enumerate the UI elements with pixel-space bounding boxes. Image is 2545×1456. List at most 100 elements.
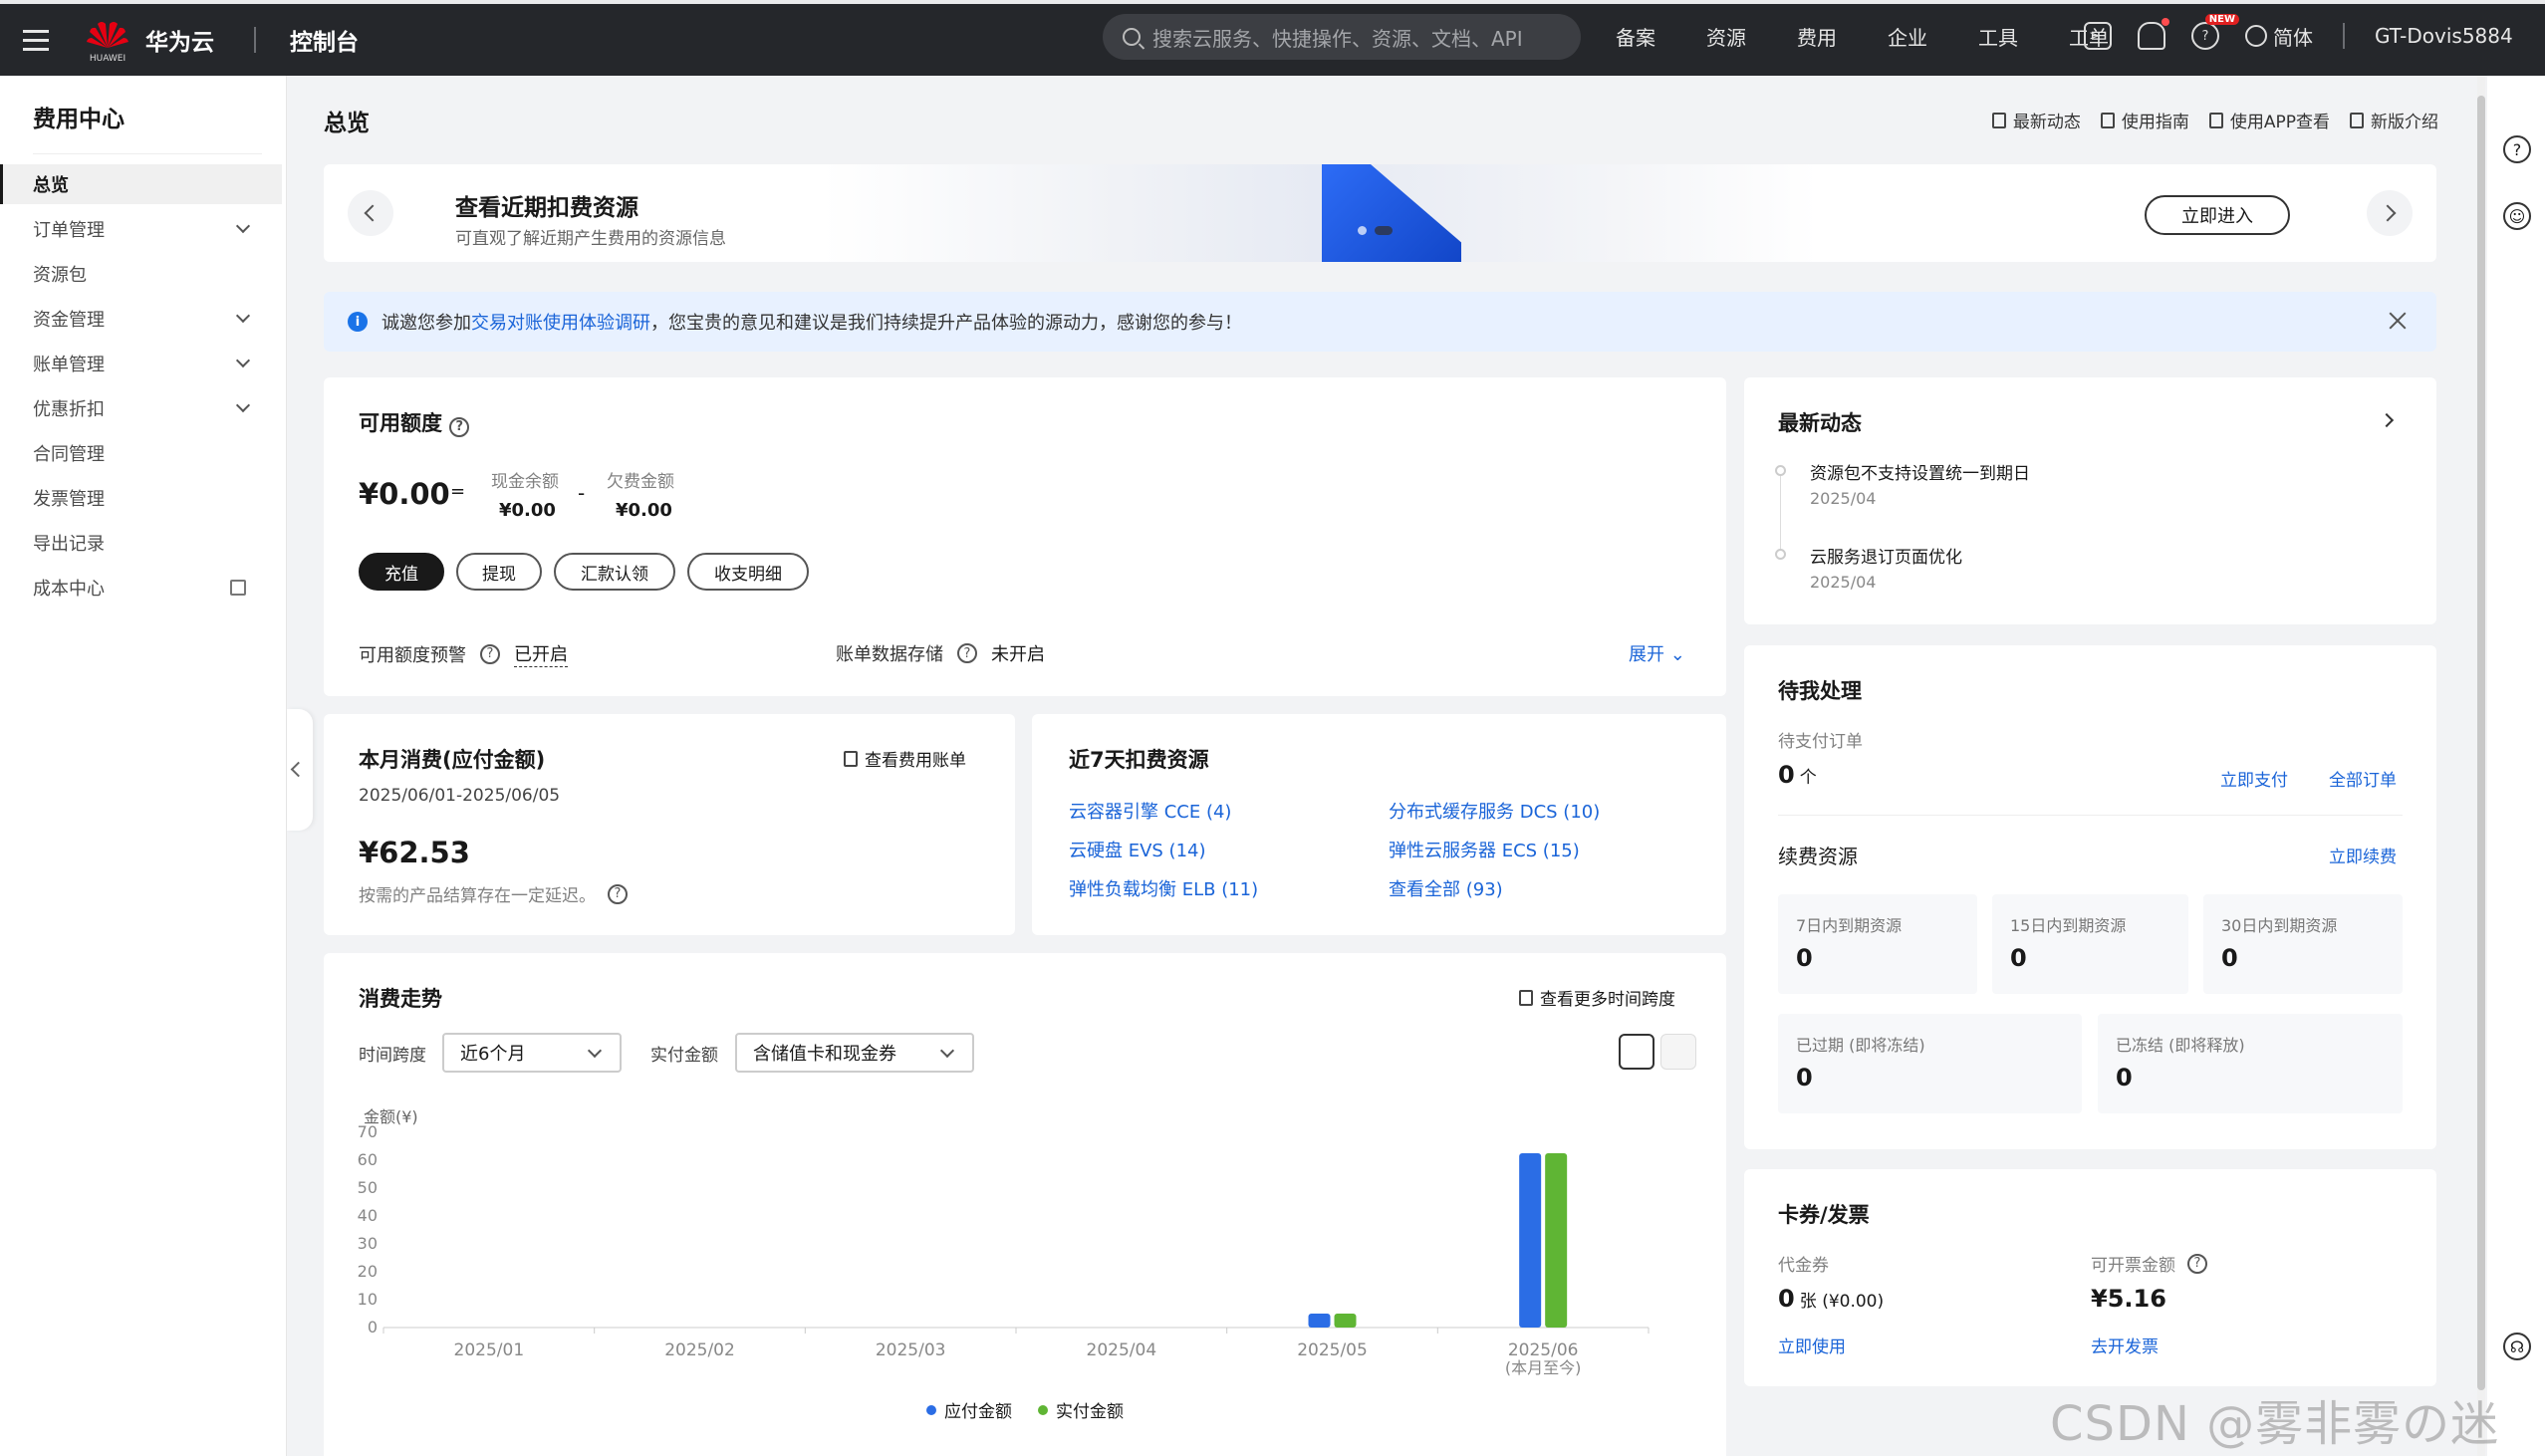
transaction-details-button[interactable]: 收支明细: [687, 553, 809, 591]
nav-beian[interactable]: 备案: [1616, 22, 1655, 51]
bar-chart-toggle-icon[interactable]: [1619, 1034, 1654, 1070]
bell-icon[interactable]: [2138, 18, 2169, 50]
headset-support-icon[interactable]: ☊: [2503, 1333, 2531, 1360]
new-version-link[interactable]: 新版介绍: [2350, 108, 2438, 132]
sidebar-item-discounts[interactable]: 优惠折扣: [0, 388, 282, 428]
news-item-text[interactable]: 云服务退订页面优化: [1810, 543, 1962, 568]
nav-billing[interactable]: 费用: [1797, 22, 1837, 51]
nav-resources[interactable]: 资源: [1706, 22, 1746, 51]
help-icon[interactable]: ?: [2187, 1253, 2207, 1274]
chevron-right-icon[interactable]: [2379, 412, 2395, 428]
balance-alert-value[interactable]: 已开启: [514, 640, 568, 667]
notice-suffix: ，您宝贵的意见和建议是我们持续提升产品体验的源动力，感谢您的参与！: [650, 313, 1242, 334]
recharge-button[interactable]: 充值: [359, 553, 444, 591]
view-more-timespan-link[interactable]: 查看更多时间跨度: [1519, 985, 1675, 1010]
divider: [1778, 815, 2403, 816]
help-icon[interactable]: ?: [2503, 135, 2531, 163]
coupon-title: 卡券/发票: [1778, 1203, 1870, 1227]
sidebar-item-invoices[interactable]: 发票管理: [0, 478, 282, 518]
resource-link-cce[interactable]: 云容器引擎 CCE (4): [1069, 798, 1231, 824]
help-icon[interactable]: ?: [449, 416, 470, 437]
sidebar-item-overview[interactable]: 总览: [0, 164, 282, 204]
monthly-spend-card: 本月消费(应付金额) 查看费用账单 2025/06/01-2025/06/05 …: [324, 714, 1015, 935]
renew-now-link[interactable]: 立即续费: [2329, 843, 2397, 867]
line-chart-toggle-icon[interactable]: [1660, 1034, 1696, 1070]
view-all-resources-link[interactable]: 查看全部 (93): [1389, 875, 1503, 901]
expiring-7days-box[interactable]: 7日内到期资源 0: [1778, 894, 1977, 994]
legend-item-payable[interactable]: 应付金额: [926, 1397, 1012, 1422]
balance-alert-label: 可用额度预警: [359, 644, 466, 666]
use-voucher-link[interactable]: 立即使用: [1778, 1333, 1846, 1357]
help-icon[interactable]: ?: [608, 883, 628, 904]
paid-amount-select[interactable]: 含储值卡和现金券: [735, 1033, 974, 1073]
sidebar-item-contracts[interactable]: 合同管理: [0, 433, 282, 473]
box-value: 0: [1796, 944, 1813, 972]
news-item-text[interactable]: 资源包不支持设置统一到期日: [1810, 459, 2030, 484]
user-guide-link[interactable]: 使用指南: [2100, 108, 2189, 132]
x-tick-label: 2025/02: [664, 1340, 735, 1360]
sidebar-title: 费用中心: [33, 107, 125, 132]
view-bill-link[interactable]: 查看费用账单: [844, 746, 966, 771]
sidebar-collapse-button[interactable]: [287, 709, 313, 831]
resource-link-evs[interactable]: 云硬盘 EVS (14): [1069, 837, 1206, 862]
sidebar-item-packages[interactable]: 资源包: [0, 254, 282, 294]
resource-link-ecs[interactable]: 弹性云服务器 ECS (15): [1389, 837, 1580, 862]
resource-link-dcs[interactable]: 分布式缓存服务 DCS (10): [1389, 798, 1600, 824]
nav-enterprise[interactable]: 企业: [1888, 22, 1927, 51]
search-doc-icon: [844, 750, 858, 767]
owed-amount-label: 欠费金额: [607, 472, 674, 492]
nav-tools[interactable]: 工具: [1978, 22, 2018, 51]
withdraw-button[interactable]: 提现: [456, 553, 542, 591]
pay-now-link[interactable]: 立即支付: [2220, 766, 2288, 791]
close-icon[interactable]: [2389, 312, 2407, 330]
console-link[interactable]: 控制台: [290, 23, 359, 57]
app-view-link[interactable]: 使用APP查看: [2208, 108, 2330, 132]
latest-news-link[interactable]: 最新动态: [1991, 108, 2081, 132]
chart-legend: 应付金额 实付金额: [324, 1397, 1726, 1422]
expiring-30days-box[interactable]: 30日内到期资源 0: [2203, 894, 2403, 994]
carousel-dot[interactable]: [1358, 226, 1367, 235]
page-scrollbar[interactable]: [2477, 76, 2485, 1456]
hamburger-menu-icon[interactable]: [0, 4, 72, 76]
resource-link-elb[interactable]: 弹性负载均衡 ELB (11): [1069, 875, 1258, 901]
help-center-icon[interactable]: ? NEW: [2191, 14, 2239, 50]
spend-trend-card: 消费走势 查看更多时间跨度 时间跨度 近6个月 实付金额 含储值卡和现金券 金额…: [324, 953, 1726, 1456]
huawei-logo[interactable]: HUAWEI 华为云: [86, 18, 214, 64]
frozen-box[interactable]: 已冻结 (即将释放) 0: [2098, 1014, 2403, 1113]
sidebar-item-funds[interactable]: 资金管理: [0, 299, 282, 339]
all-orders-link[interactable]: 全部订单: [2329, 766, 2397, 791]
sidebar-item-cost-center[interactable]: 成本中心: [0, 568, 282, 607]
terminal-icon[interactable]: >_: [2084, 22, 2112, 50]
carousel-dots[interactable]: [1358, 226, 1400, 235]
global-search-input[interactable]: 搜索云服务、快捷操作、资源、文档、API: [1103, 14, 1581, 60]
carousel-dot-active[interactable]: [1375, 226, 1393, 235]
expand-link[interactable]: 展开 ⌄: [1629, 640, 1685, 666]
invoice-amount-label: 可开票金额?: [2091, 1251, 2207, 1276]
survey-link[interactable]: 交易对账使用体验调研: [471, 309, 650, 335]
smile-feedback-icon[interactable]: ☺: [2503, 202, 2531, 230]
legend-item-paid[interactable]: 实付金额: [1038, 1397, 1124, 1422]
monthly-note-text: 按需的产品结算存在一定延迟。: [359, 886, 596, 906]
issue-invoice-link[interactable]: 去开发票: [2091, 1333, 2159, 1357]
sidebar-item-bills[interactable]: 账单管理: [0, 344, 282, 383]
expiring-15days-box[interactable]: 15日内到期资源 0: [1992, 894, 2188, 994]
expand-label: 展开: [1629, 644, 1664, 665]
legend-dot: [926, 1404, 936, 1415]
sidebar-item-orders[interactable]: 订单管理: [0, 209, 282, 249]
language-switch[interactable]: 简体: [2245, 22, 2313, 51]
help-icon[interactable]: ?: [480, 643, 500, 664]
sidebar-item-exports[interactable]: 导出记录: [0, 523, 282, 563]
time-span-select[interactable]: 近6个月: [442, 1033, 622, 1073]
balance-amount: ¥0.00: [359, 477, 450, 511]
user-account-menu[interactable]: GT-Dovis5884: [2375, 24, 2513, 48]
expired-box[interactable]: 已过期 (即将冻结) 0: [1778, 1014, 2082, 1113]
book-icon: [2100, 112, 2115, 128]
banner-enter-button[interactable]: 立即进入: [2145, 195, 2290, 235]
remittance-claim-button[interactable]: 汇款认领: [554, 553, 675, 591]
bar-paid: [1334, 1314, 1357, 1328]
banner-prev-button[interactable]: [348, 190, 393, 236]
sidebar-item-label: 成本中心: [33, 579, 105, 600]
banner-next-button[interactable]: [2367, 190, 2413, 236]
scrollbar-thumb[interactable]: [2477, 96, 2485, 1390]
help-icon[interactable]: ?: [957, 643, 977, 663]
